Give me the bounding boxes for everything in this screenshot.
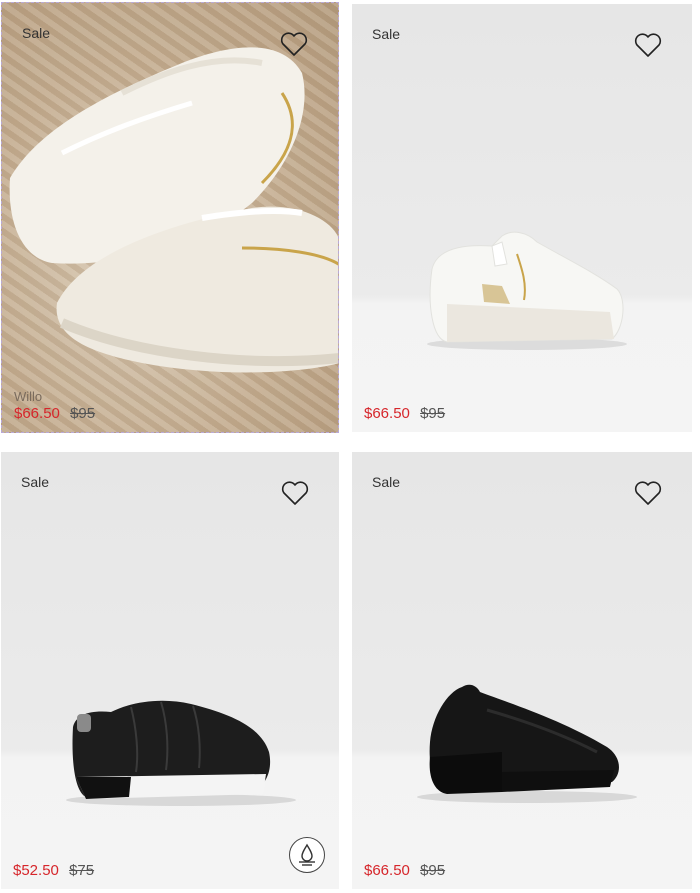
heart-icon[interactable] <box>634 32 662 58</box>
sale-price: $66.50 <box>14 405 60 422</box>
sale-badge: Sale <box>372 474 401 490</box>
product-name[interactable]: Willo <box>14 389 42 404</box>
product-card[interactable]: Sale $66.50 $95 <box>352 452 692 889</box>
product-price: $66.50 $95 <box>364 405 445 422</box>
water-resistant-icon <box>289 837 325 873</box>
product-image[interactable] <box>352 452 692 889</box>
sale-price: $66.50 <box>364 405 410 422</box>
product-image[interactable] <box>1 452 339 889</box>
original-price: $95 <box>70 405 96 422</box>
sale-badge: Sale <box>22 25 51 41</box>
original-price: $95 <box>420 862 446 879</box>
sale-price: $66.50 <box>364 862 410 879</box>
product-image[interactable] <box>2 3 339 433</box>
heart-icon[interactable] <box>634 480 662 506</box>
heart-icon[interactable] <box>280 31 308 57</box>
heart-icon[interactable] <box>281 480 309 506</box>
product-card[interactable]: Sale $66.50 $95 <box>352 4 692 432</box>
product-card[interactable]: Sale Willo $66.50 $95 <box>1 2 339 433</box>
original-price: $75 <box>69 862 95 879</box>
product-card[interactable]: Sale $52.50 $75 <box>1 452 339 889</box>
product-price: $52.50 $75 <box>13 862 94 879</box>
sale-badge: Sale <box>372 26 401 42</box>
product-image[interactable] <box>352 4 692 432</box>
sale-price: $52.50 <box>13 862 59 879</box>
product-price: $66.50 $95 <box>364 862 445 879</box>
original-price: $95 <box>420 405 446 422</box>
sale-badge: Sale <box>21 474 50 490</box>
product-price: $66.50 $95 <box>14 405 95 422</box>
